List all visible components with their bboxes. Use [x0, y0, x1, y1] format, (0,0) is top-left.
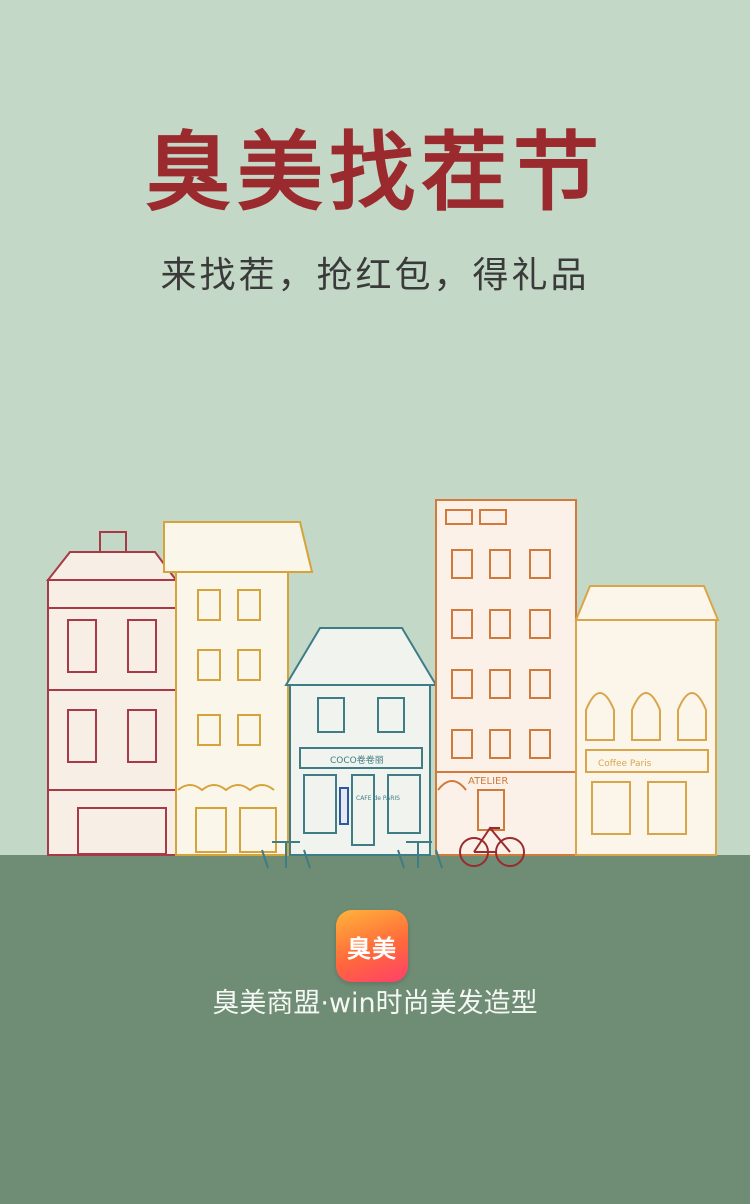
brand-name: 臭美商盟·win时尚美发造型 [212, 988, 538, 1019]
street-illustration: COCO卷卷丽 CAFE de PARIS ATELIER Coffee Par… [45, 499, 720, 869]
app-logo-label: 臭美 [347, 934, 397, 963]
coffee-sign: Coffee Paris [598, 759, 652, 769]
poster-subtitle: 来找茬，抢红包，得礼品 [160, 255, 590, 296]
teal-cafe-illustration [284, 627, 438, 856]
coco-shop-sign: COCO卷卷丽 [330, 754, 384, 766]
poster-title: 臭美找茬节 [145, 123, 605, 223]
red-house-illustration [45, 531, 178, 856]
ground-background [0, 855, 750, 1204]
cafe-sign: CAFE de PARIS [356, 795, 400, 802]
orange-apartment-illustration [435, 499, 577, 856]
coffee-house-illustration [574, 585, 720, 856]
app-logo-icon[interactable]: 臭美 [336, 910, 408, 982]
atelier-sign: ATELIER [468, 776, 508, 787]
